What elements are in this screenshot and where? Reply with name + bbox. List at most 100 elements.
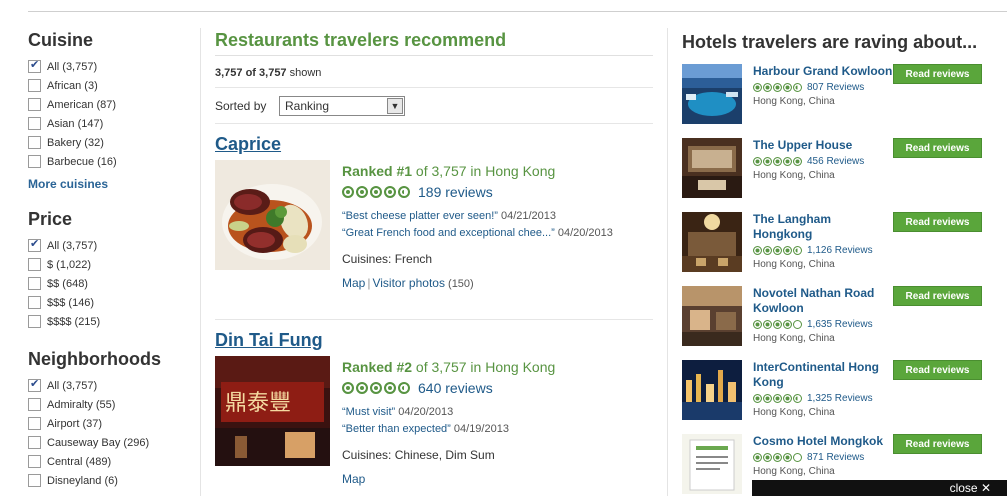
filter-option[interactable]: $$$$ (215) — [28, 312, 193, 331]
hotel-photo[interactable] — [682, 138, 742, 198]
filter-option[interactable]: $$$ (146) — [28, 293, 193, 312]
rating-bubble-icon — [753, 319, 762, 329]
checkbox[interactable] — [28, 136, 41, 149]
hotels-title: Hotels travelers are raving about... — [682, 32, 978, 52]
review-quote: “Best cheese platter ever seen!” 04/21/2… — [342, 210, 662, 227]
read-reviews-button[interactable]: Read reviews — [893, 360, 982, 380]
filter-option-label: $$$$ (215) — [47, 315, 101, 328]
filter-option[interactable]: Central (489) — [28, 452, 193, 471]
rank-number: Ranked #2 — [342, 359, 413, 375]
read-reviews-button[interactable]: Read reviews — [893, 286, 982, 306]
restaurant-name-link[interactable]: Din Tai Fung — [215, 330, 653, 356]
checkbox[interactable] — [28, 117, 41, 130]
read-reviews-button[interactable]: Read reviews — [893, 64, 982, 84]
checkbox[interactable] — [28, 79, 41, 92]
reviews-link[interactable]: 189 reviews — [418, 184, 493, 200]
rating-empty-bubble-icon — [793, 319, 802, 329]
hotel-photo[interactable] — [682, 212, 742, 272]
hotel-reviews-link[interactable]: 807 Reviews — [807, 82, 864, 93]
cuisines-line: Cuisines: Chinese, Dim Sum — [342, 448, 662, 466]
quote-link[interactable]: “Must visit” — [342, 406, 395, 418]
checkbox[interactable] — [28, 377, 41, 392]
filter-option-label: Admiralty (55) — [47, 398, 116, 411]
quote-date: 04/21/2013 — [497, 210, 557, 222]
filter-option[interactable]: Admiralty (55) — [28, 395, 193, 414]
restaurant-photo[interactable]: 鼎泰豐 — [215, 356, 330, 466]
quote-link[interactable]: “Better than expected” — [342, 423, 451, 435]
rating-bubble-icon — [384, 186, 396, 198]
hotel-name-link[interactable]: InterContinental Hong Kong — [753, 360, 893, 390]
rating-bubble-icon — [753, 393, 762, 403]
hotel-name-link[interactable]: Novotel Nathan Road Kowloon — [753, 286, 893, 316]
hotel-name-link[interactable]: The Upper House — [753, 138, 893, 153]
hotel-reviews-link[interactable]: 1,635 Reviews — [807, 319, 873, 330]
read-reviews-button[interactable]: Read reviews — [893, 434, 982, 454]
filter-option[interactable]: Causeway Bay (296) — [28, 433, 193, 452]
filter-option[interactable]: $$ (648) — [28, 274, 193, 293]
hotel-photo[interactable] — [682, 360, 742, 420]
filter-option[interactable]: $ (1,022) — [28, 255, 193, 274]
filter-option[interactable]: Barbecue (16) — [28, 152, 193, 171]
hotel-reviews-link[interactable]: 1,325 Reviews — [807, 393, 873, 404]
checkbox[interactable] — [28, 455, 41, 468]
hotel-reviews-link[interactable]: 1,126 Reviews — [807, 245, 873, 256]
close-button[interactable]: close ✕ — [950, 481, 991, 495]
read-reviews-button[interactable]: Read reviews — [893, 212, 982, 232]
hotel-reviews-link[interactable]: 871 Reviews — [807, 452, 864, 463]
filter-option[interactable]: Asian (147) — [28, 114, 193, 133]
checkbox[interactable] — [28, 155, 41, 168]
checkbox[interactable] — [28, 436, 41, 449]
hotel-name-link[interactable]: Harbour Grand Kowloon — [753, 64, 893, 79]
rating-bubble-icon — [773, 245, 782, 255]
rating-bubble-icon — [370, 382, 382, 394]
restaurant-photo[interactable] — [215, 160, 330, 270]
more-cuisines-link[interactable]: More cuisines — [28, 177, 193, 191]
rating-bubble-icon — [753, 156, 762, 166]
hotel-photo[interactable] — [682, 434, 742, 494]
filters-sidebar: Cuisine All (3,757) African (3) American (… — [28, 30, 193, 490]
cuisine-title: Cuisine — [28, 30, 94, 50]
visitor-photos-link[interactable]: Visitor photos — [372, 276, 445, 290]
map-link[interactable]: Map — [342, 472, 365, 486]
hotel-reviews-link[interactable]: 456 Reviews — [807, 156, 864, 167]
filter-option[interactable]: African (3) — [28, 76, 193, 95]
hotel-rating-row: 1,126 Reviews — [753, 243, 893, 257]
checkbox[interactable] — [28, 258, 41, 271]
filter-option-label: $ (1,022) — [47, 258, 92, 271]
filter-option[interactable]: Airport (37) — [28, 414, 193, 433]
reviews-link[interactable]: 640 reviews — [418, 380, 493, 396]
shown-suffix: shown — [286, 67, 322, 79]
map-link[interactable]: Map — [342, 276, 365, 290]
filter-option[interactable]: All (3,757) — [28, 57, 193, 76]
dropdown-arrow-icon: ▼ — [387, 97, 403, 114]
filter-option[interactable]: All (3,757) — [28, 376, 193, 395]
filter-option-label: Barbecue (16) — [47, 155, 117, 168]
filter-option[interactable]: Bakery (32) — [28, 133, 193, 152]
quote-link[interactable]: “Best cheese platter ever seen!” — [342, 210, 498, 222]
checkbox[interactable] — [28, 296, 41, 309]
hotel-info: Cosmo Hotel Mongkok 871 Reviews Hong Kong,… — [753, 434, 893, 477]
checkbox[interactable] — [28, 474, 41, 487]
hotel-photo[interactable] — [682, 64, 742, 124]
checkbox[interactable] — [28, 237, 41, 252]
checkbox[interactable] — [28, 277, 41, 290]
hotel-name-link[interactable]: Cosmo Hotel Mongkok — [753, 434, 893, 449]
filter-option[interactable]: Disneyland (6) — [28, 471, 193, 490]
checkbox[interactable] — [28, 58, 41, 73]
quote-link[interactable]: “Great French food and exceptional chee.… — [342, 227, 555, 239]
read-reviews-button[interactable]: Read reviews — [893, 138, 982, 158]
sort-select[interactable]: Ranking ▼ — [279, 95, 405, 116]
hotel-photo[interactable] — [682, 286, 742, 346]
rating-bubble-icon — [384, 382, 396, 394]
filter-option[interactable]: American (87) — [28, 95, 193, 114]
checkbox[interactable] — [28, 398, 41, 411]
filter-option-label: Bakery (32) — [47, 136, 104, 149]
rating-bubble-icon — [783, 82, 792, 92]
hotel-item: Harbour Grand Kowloon 807 Reviews Hong Kon… — [682, 64, 992, 138]
checkbox[interactable] — [28, 417, 41, 430]
checkbox[interactable] — [28, 315, 41, 328]
checkbox[interactable] — [28, 98, 41, 111]
filter-option[interactable]: All (3,757) — [28, 236, 193, 255]
restaurant-name-link[interactable]: Caprice — [215, 134, 653, 160]
hotel-name-link[interactable]: The Langham Hongkong — [753, 212, 893, 242]
